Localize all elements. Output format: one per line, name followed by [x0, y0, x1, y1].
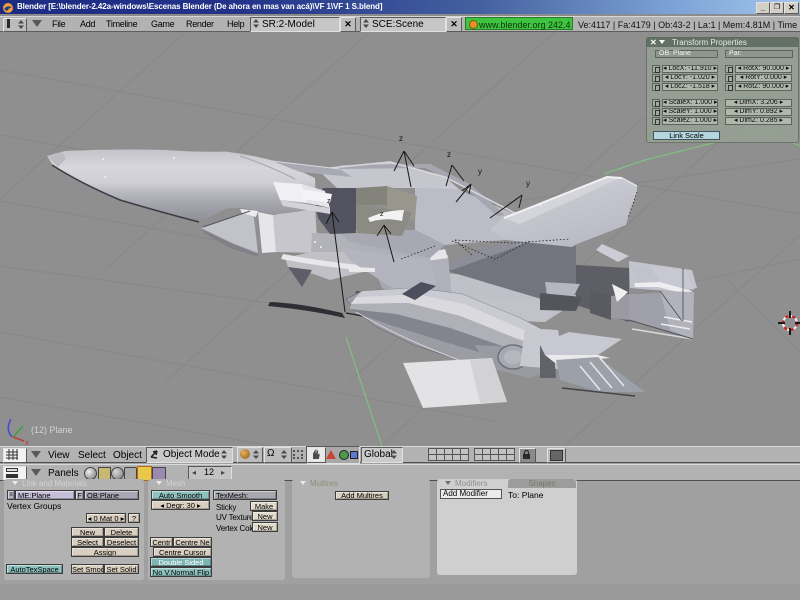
- svg-text:z: z: [327, 198, 331, 205]
- svg-text:z: z: [380, 211, 384, 218]
- svg-text:y: y: [526, 179, 530, 188]
- svg-text:(12) Plane: (12) Plane: [31, 425, 73, 435]
- svg-text:y: y: [478, 167, 482, 176]
- svg-text:z: z: [399, 134, 403, 143]
- svg-text:x: x: [25, 438, 29, 446]
- svg-text:z: z: [447, 150, 451, 159]
